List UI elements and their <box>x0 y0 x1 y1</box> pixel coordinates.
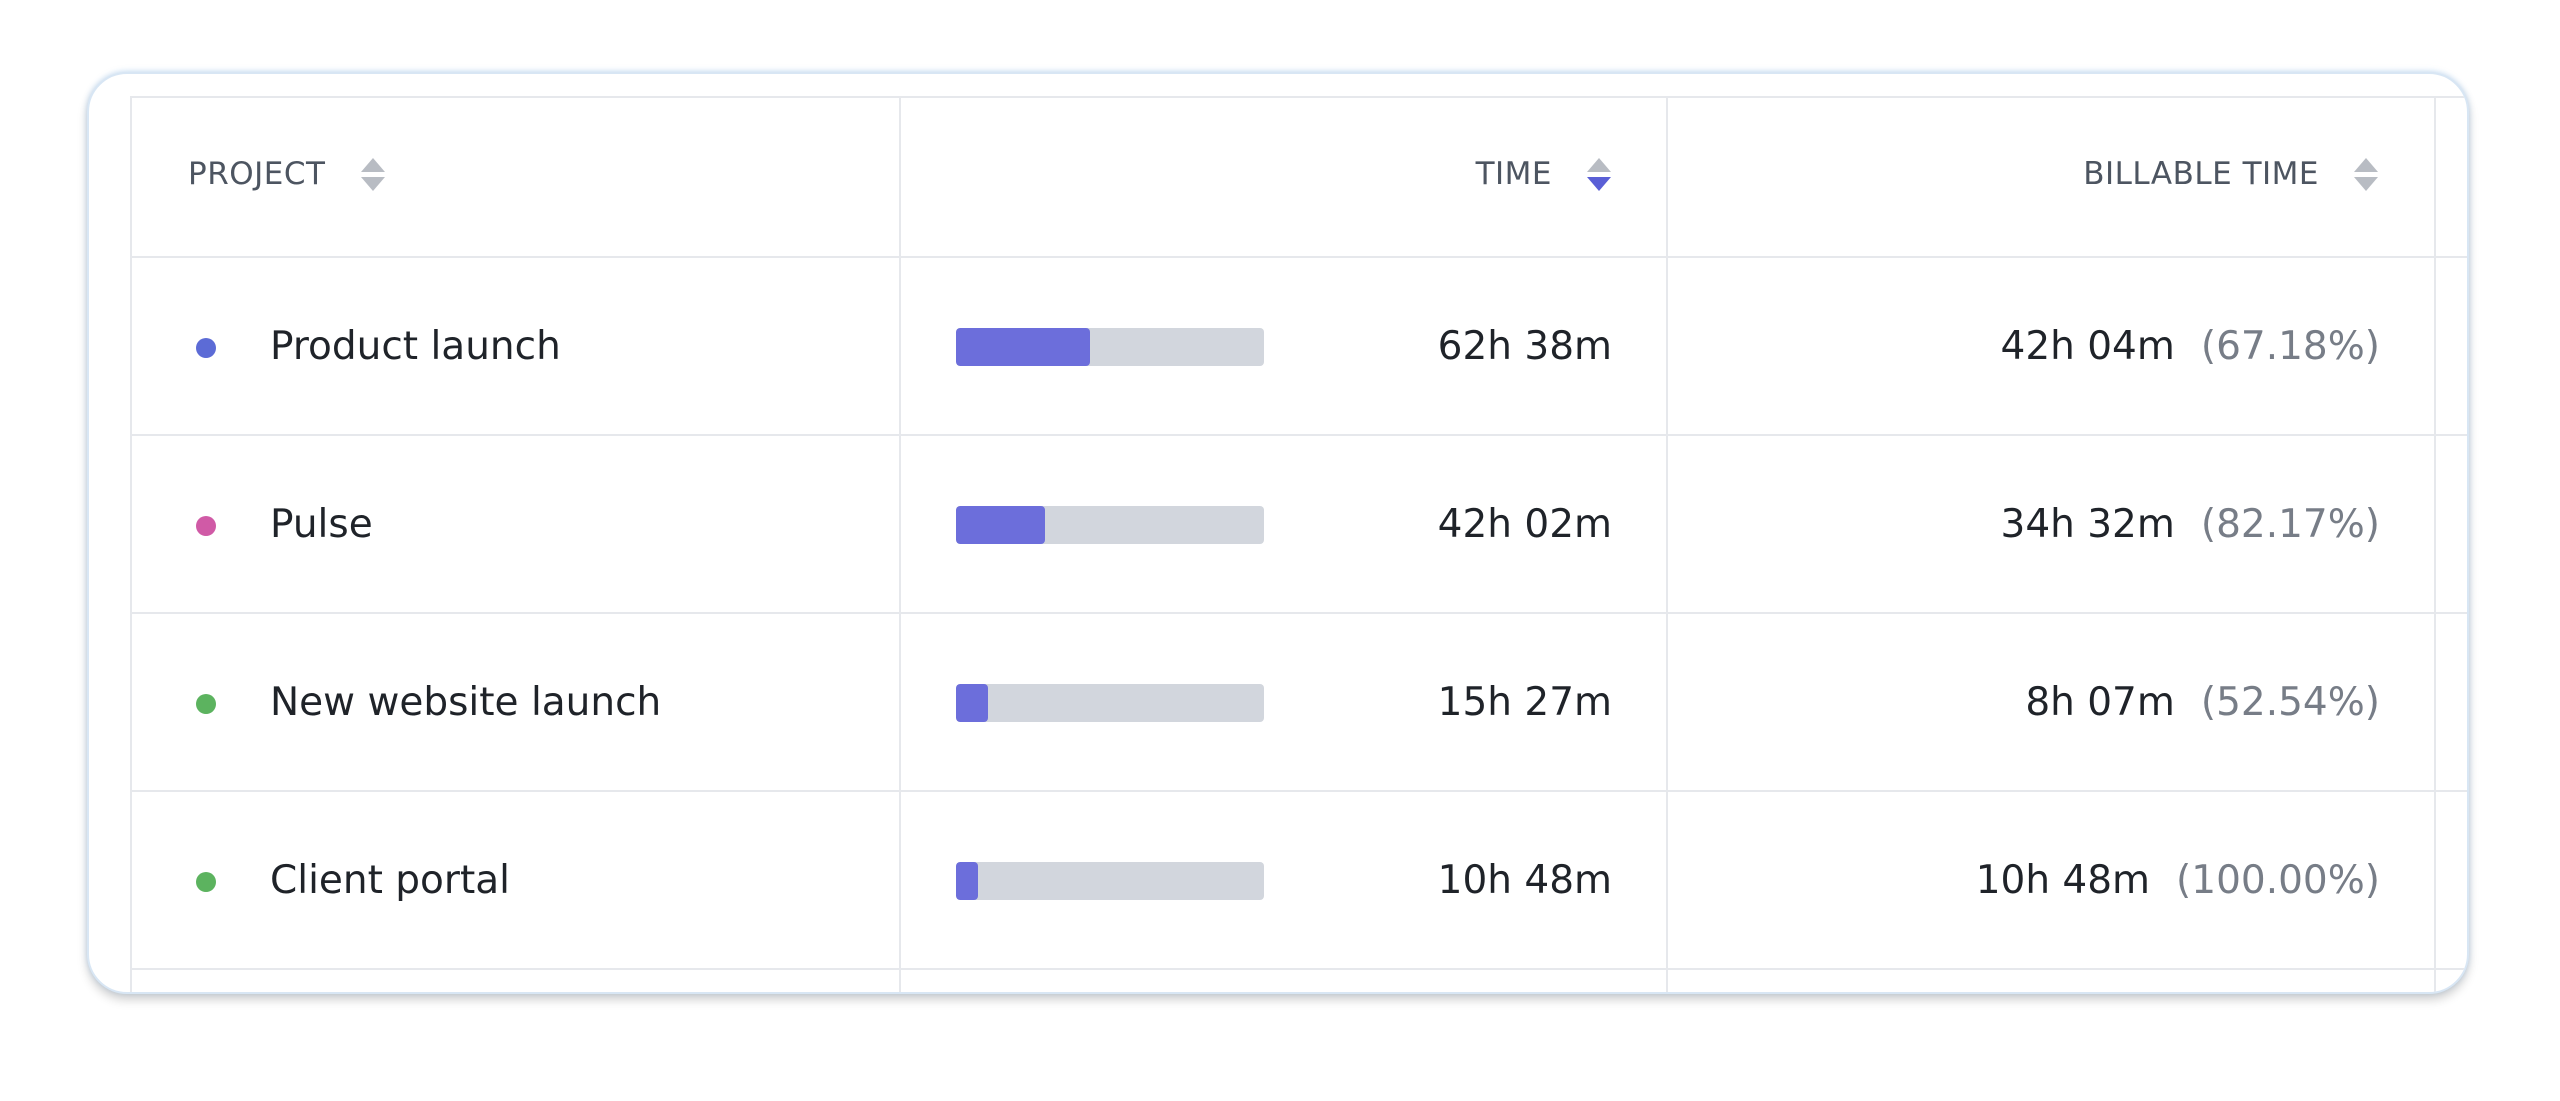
project-color-dot <box>196 872 216 892</box>
billable-percentage: (100.00%) <box>2176 858 2380 903</box>
column-header-label: PROJECT <box>188 156 326 192</box>
project-color-dot <box>196 694 216 714</box>
sort-icon[interactable] <box>360 156 386 196</box>
project-name[interactable]: New website launch <box>270 680 661 725</box>
sort-icon[interactable] <box>2353 156 2379 196</box>
column-header-extra <box>2436 98 2467 256</box>
billable-time: 34h 32m (82.17%) <box>2001 502 2381 547</box>
time-progress-bar <box>956 328 1264 366</box>
table-row[interactable]: Client portal 10h 48m 10h 48m (100.00%) <box>132 792 2467 970</box>
project-color-dot <box>196 516 216 536</box>
project-name[interactable]: Client portal <box>270 858 510 903</box>
table-row-partial <box>132 970 2467 992</box>
billable-time-value: 8h 07m <box>2025 680 2175 725</box>
table-header-row: PROJECT TIME BILLABLE TIME <box>132 98 2467 258</box>
time-value: 42h 02m <box>1437 502 1612 547</box>
time-progress-fill <box>956 506 1046 544</box>
billable-time-value: 34h 32m <box>2000 502 2175 547</box>
time-progress-bar <box>956 506 1264 544</box>
column-header-label: TIME <box>1475 156 1552 192</box>
billable-time-value: 10h 48m <box>1975 858 2151 903</box>
time-value: 15h 27m <box>1437 680 1612 725</box>
billable-time: 42h 04m (67.18%) <box>2001 324 2381 369</box>
project-name[interactable]: Pulse <box>270 502 373 547</box>
table-row[interactable]: Product launch 62h 38m 42h 04m (67.18%) <box>132 258 2467 436</box>
column-header-project[interactable]: PROJECT <box>132 98 901 256</box>
time-progress-bar <box>956 862 1264 900</box>
time-progress-bar <box>956 684 1264 722</box>
column-header-time[interactable]: TIME <box>901 98 1668 256</box>
column-header-label: BILLABLE TIME <box>2083 156 2319 192</box>
time-value: 62h 38m <box>1437 324 1612 369</box>
table-row[interactable]: Pulse 42h 02m 34h 32m (82.17%) <box>132 436 2467 614</box>
time-progress-fill <box>956 862 978 900</box>
time-progress-fill <box>956 328 1090 366</box>
project-name[interactable]: Product launch <box>270 324 561 369</box>
billable-time: 10h 48m (100.00%) <box>1976 858 2380 903</box>
time-progress-fill <box>956 684 989 722</box>
project-time-report-card: PROJECT TIME BILLABLE TIME Product launc… <box>87 72 2469 994</box>
billable-percentage: (67.18%) <box>2200 324 2380 369</box>
billable-percentage: (52.54%) <box>2200 680 2380 725</box>
table-row[interactable]: New website launch 15h 27m 8h 07m (52.54%… <box>132 614 2467 792</box>
billable-time: 8h 07m (52.54%) <box>2025 680 2380 725</box>
billable-percentage: (82.17%) <box>2200 502 2380 547</box>
column-header-billable-time[interactable]: BILLABLE TIME <box>1668 98 2436 256</box>
billable-time-value: 42h 04m <box>2000 324 2175 369</box>
project-color-dot <box>196 338 216 358</box>
time-value: 10h 48m <box>1437 858 1612 903</box>
sort-descending-icon[interactable] <box>1586 156 1612 196</box>
project-time-table: PROJECT TIME BILLABLE TIME Product launc… <box>130 96 2467 992</box>
